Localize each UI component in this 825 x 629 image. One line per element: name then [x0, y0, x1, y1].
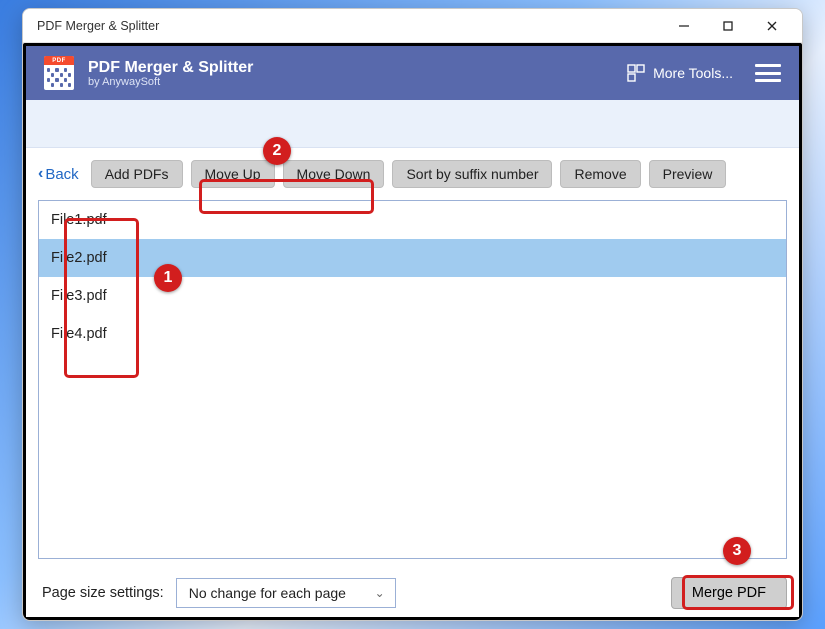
move-up-button[interactable]: Move Up [191, 160, 275, 188]
file-name: File4.pdf [51, 326, 107, 342]
menu-button[interactable] [755, 64, 781, 82]
close-button[interactable] [750, 11, 794, 41]
window-title: PDF Merger & Splitter [37, 19, 159, 33]
titlebar: PDF Merger & Splitter [23, 9, 802, 43]
page-size-select[interactable]: No change for each page ⌄ [176, 578, 396, 608]
chevron-down-icon: ⌄ [375, 586, 385, 600]
page-size-label: Page size settings: [42, 585, 164, 601]
file-name: File1.pdf [51, 212, 107, 228]
annotation-callout-3: 3 [723, 537, 751, 565]
add-pdfs-button[interactable]: Add PDFs [91, 160, 183, 188]
annotation-callout-2: 2 [263, 137, 291, 165]
back-link[interactable]: ‹ Back [38, 165, 79, 183]
more-tools-label: More Tools... [653, 65, 733, 81]
back-label: Back [45, 166, 78, 183]
merge-pdf-button[interactable]: Merge PDF [671, 577, 787, 609]
move-down-button[interactable]: Move Down [283, 160, 385, 188]
file-name: File3.pdf [51, 288, 107, 304]
sort-by-suffix-button[interactable]: Sort by suffix number [392, 160, 552, 188]
file-row[interactable]: File4.pdf [39, 315, 786, 353]
file-list: File1.pdf File2.pdf File3.pdf File4.pdf [38, 200, 787, 559]
app-logo-icon: PDF [44, 56, 74, 90]
grid-icon [627, 64, 645, 82]
app-header: PDF PDF Merger & Splitter by AnywaySoft [26, 46, 799, 100]
app-window: PDF Merger & Splitter PDF [22, 8, 803, 621]
app-subtitle: by AnywaySoft [88, 76, 253, 88]
maximize-button[interactable] [706, 11, 750, 41]
app-title: PDF Merger & Splitter [88, 59, 253, 77]
toolbar: ‹ Back Add PDFs Move Up Move Down Sort b… [26, 148, 799, 194]
file-row[interactable]: File2.pdf [39, 239, 786, 277]
file-row[interactable]: File3.pdf [39, 277, 786, 315]
window-controls [662, 11, 794, 41]
annotation-callout-1: 1 [154, 264, 182, 292]
page-size-value: No change for each page [189, 585, 346, 601]
app-frame: PDF PDF Merger & Splitter by AnywaySoft [23, 43, 802, 620]
preview-button[interactable]: Preview [649, 160, 727, 188]
file-row[interactable]: File1.pdf [39, 201, 786, 239]
more-tools-button[interactable]: More Tools... [627, 64, 733, 82]
minimize-button[interactable] [662, 11, 706, 41]
sub-header-bar [26, 100, 799, 148]
bottom-bar: Page size settings: No change for each p… [26, 569, 799, 617]
remove-button[interactable]: Remove [560, 160, 640, 188]
file-name: File2.pdf [51, 250, 107, 266]
chevron-left-icon: ‹ [38, 165, 43, 183]
